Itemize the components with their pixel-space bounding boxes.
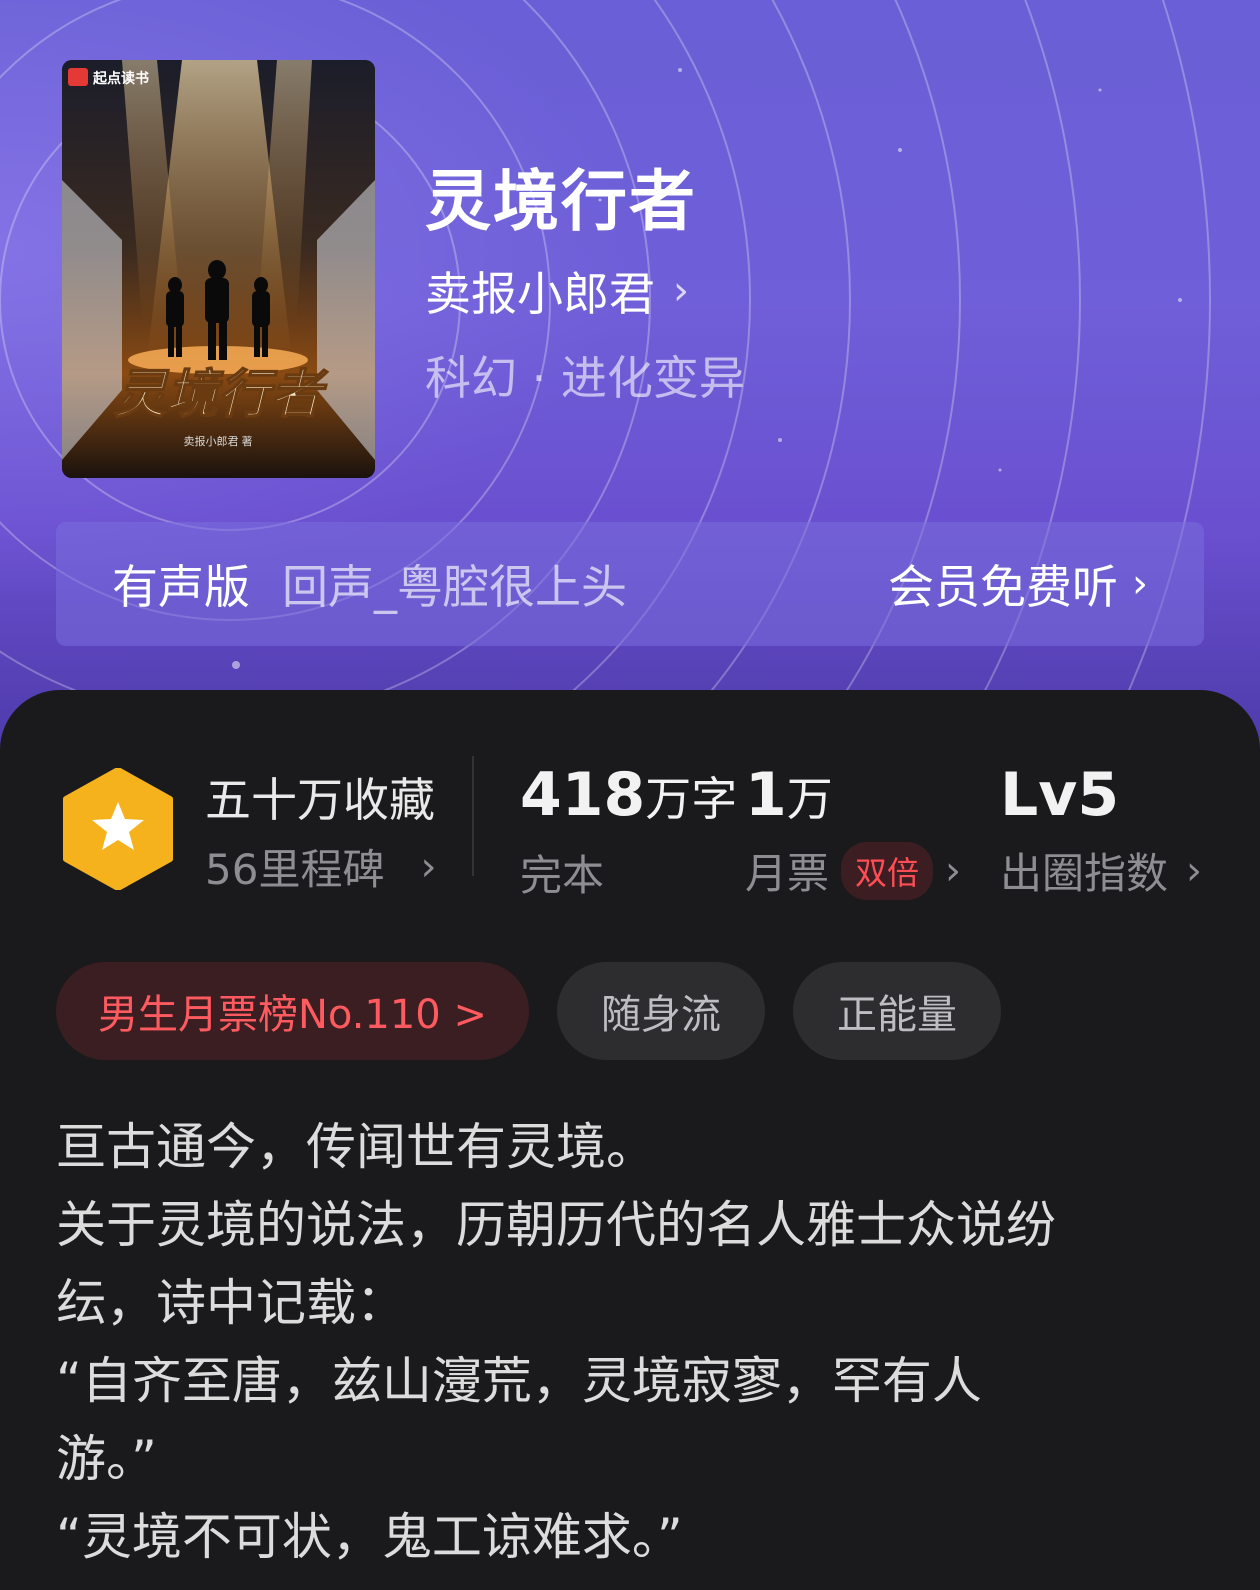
description-line: 游。” xyxy=(56,1430,157,1488)
word-count-value: 418 xyxy=(520,760,646,830)
member-free-listen-label: 会员免费听 xyxy=(888,560,1118,614)
milestones-link[interactable]: 56里程碑 › xyxy=(205,836,436,897)
monthly-tickets-label: 月票 xyxy=(745,849,830,898)
chevron-right-icon: › xyxy=(420,843,437,890)
author-link[interactable]: 卖报小郎君 › xyxy=(425,258,689,324)
favorites-count: 五十万收藏 xyxy=(205,773,435,827)
genre-label: 科幻 · 进化变异 xyxy=(425,351,745,405)
monthly-tickets: 1万 xyxy=(745,760,833,830)
description-line: 亘古通今，传闻世有灵境。 xyxy=(56,1118,656,1176)
popularity-index-link[interactable]: 出圈指数 › xyxy=(1000,840,1202,901)
stats-divider xyxy=(472,756,474,876)
tag-chip[interactable]: 随身流 xyxy=(556,962,765,1060)
cover-publisher: 起点读书 xyxy=(92,70,149,86)
description-line: “自齐至唐，兹山濅荒，灵境寂寥，罕有人 xyxy=(56,1352,982,1410)
audio-label: 有声版 xyxy=(112,560,250,614)
book-cover[interactable]: 起点读书 灵境行者 卖报小郎君 著 xyxy=(62,60,375,478)
star-hexagon-icon[interactable] xyxy=(62,768,174,890)
word-count-unit: 万字 xyxy=(645,772,738,826)
description-line: 关于灵境的说法，历朝历代的名人雅士众说纷 xyxy=(56,1196,1056,1254)
cover-author: 卖报小郎君 著 xyxy=(183,434,252,448)
popularity-level: Lv5 xyxy=(1000,760,1120,830)
word-count: 418万字 xyxy=(520,760,737,830)
monthly-tickets-link[interactable]: 月票 双倍 › xyxy=(745,840,961,901)
monthly-tickets-unit: 万 xyxy=(786,772,833,826)
ranking-tag[interactable]: 男生月票榜No.110 > xyxy=(56,962,529,1060)
popularity-index-label: 出圈指数 xyxy=(1000,849,1169,898)
author-name: 卖报小郎君 xyxy=(425,267,655,321)
book-description[interactable]: 亘古通今，传闻世有灵境。 关于灵境的说法，历朝历代的名人雅士众说纷 纭，诗中记载… xyxy=(56,1108,1206,1576)
audio-narrator: 回声_粤腔很上头 xyxy=(282,560,627,614)
monthly-tickets-value: 1 xyxy=(745,760,787,830)
description-line: 纭，诗中记载： xyxy=(56,1274,406,1332)
description-line: “灵境不可状，鬼工谅难求。” xyxy=(56,1508,683,1566)
cover-title: 灵境行者 xyxy=(114,364,329,425)
completion-status: 完本 xyxy=(520,851,605,900)
tag-chip[interactable]: 正能量 xyxy=(792,962,1001,1060)
chevron-right-icon: › xyxy=(1186,847,1203,894)
milestones-label: 56里程碑 xyxy=(205,845,385,894)
double-badge: 双倍 xyxy=(841,841,934,900)
member-free-listen-button[interactable]: 会员免费听 › xyxy=(888,551,1148,617)
book-header: 起点读书 灵境行者 卖报小郎君 著 灵境行者 卖报小郎君 › 科幻 · 进化变异… xyxy=(0,0,1260,760)
audio-version-bar[interactable]: 有声版 回声_粤腔很上头 会员免费听 › xyxy=(56,522,1204,646)
book-title: 灵境行者 xyxy=(425,163,697,240)
tag-list: 男生月票榜No.110 > 随身流 正能量 xyxy=(56,962,1001,1060)
chevron-right-icon: › xyxy=(673,268,689,314)
chevron-right-icon: › xyxy=(945,847,962,894)
chevron-right-icon: › xyxy=(1132,561,1148,607)
